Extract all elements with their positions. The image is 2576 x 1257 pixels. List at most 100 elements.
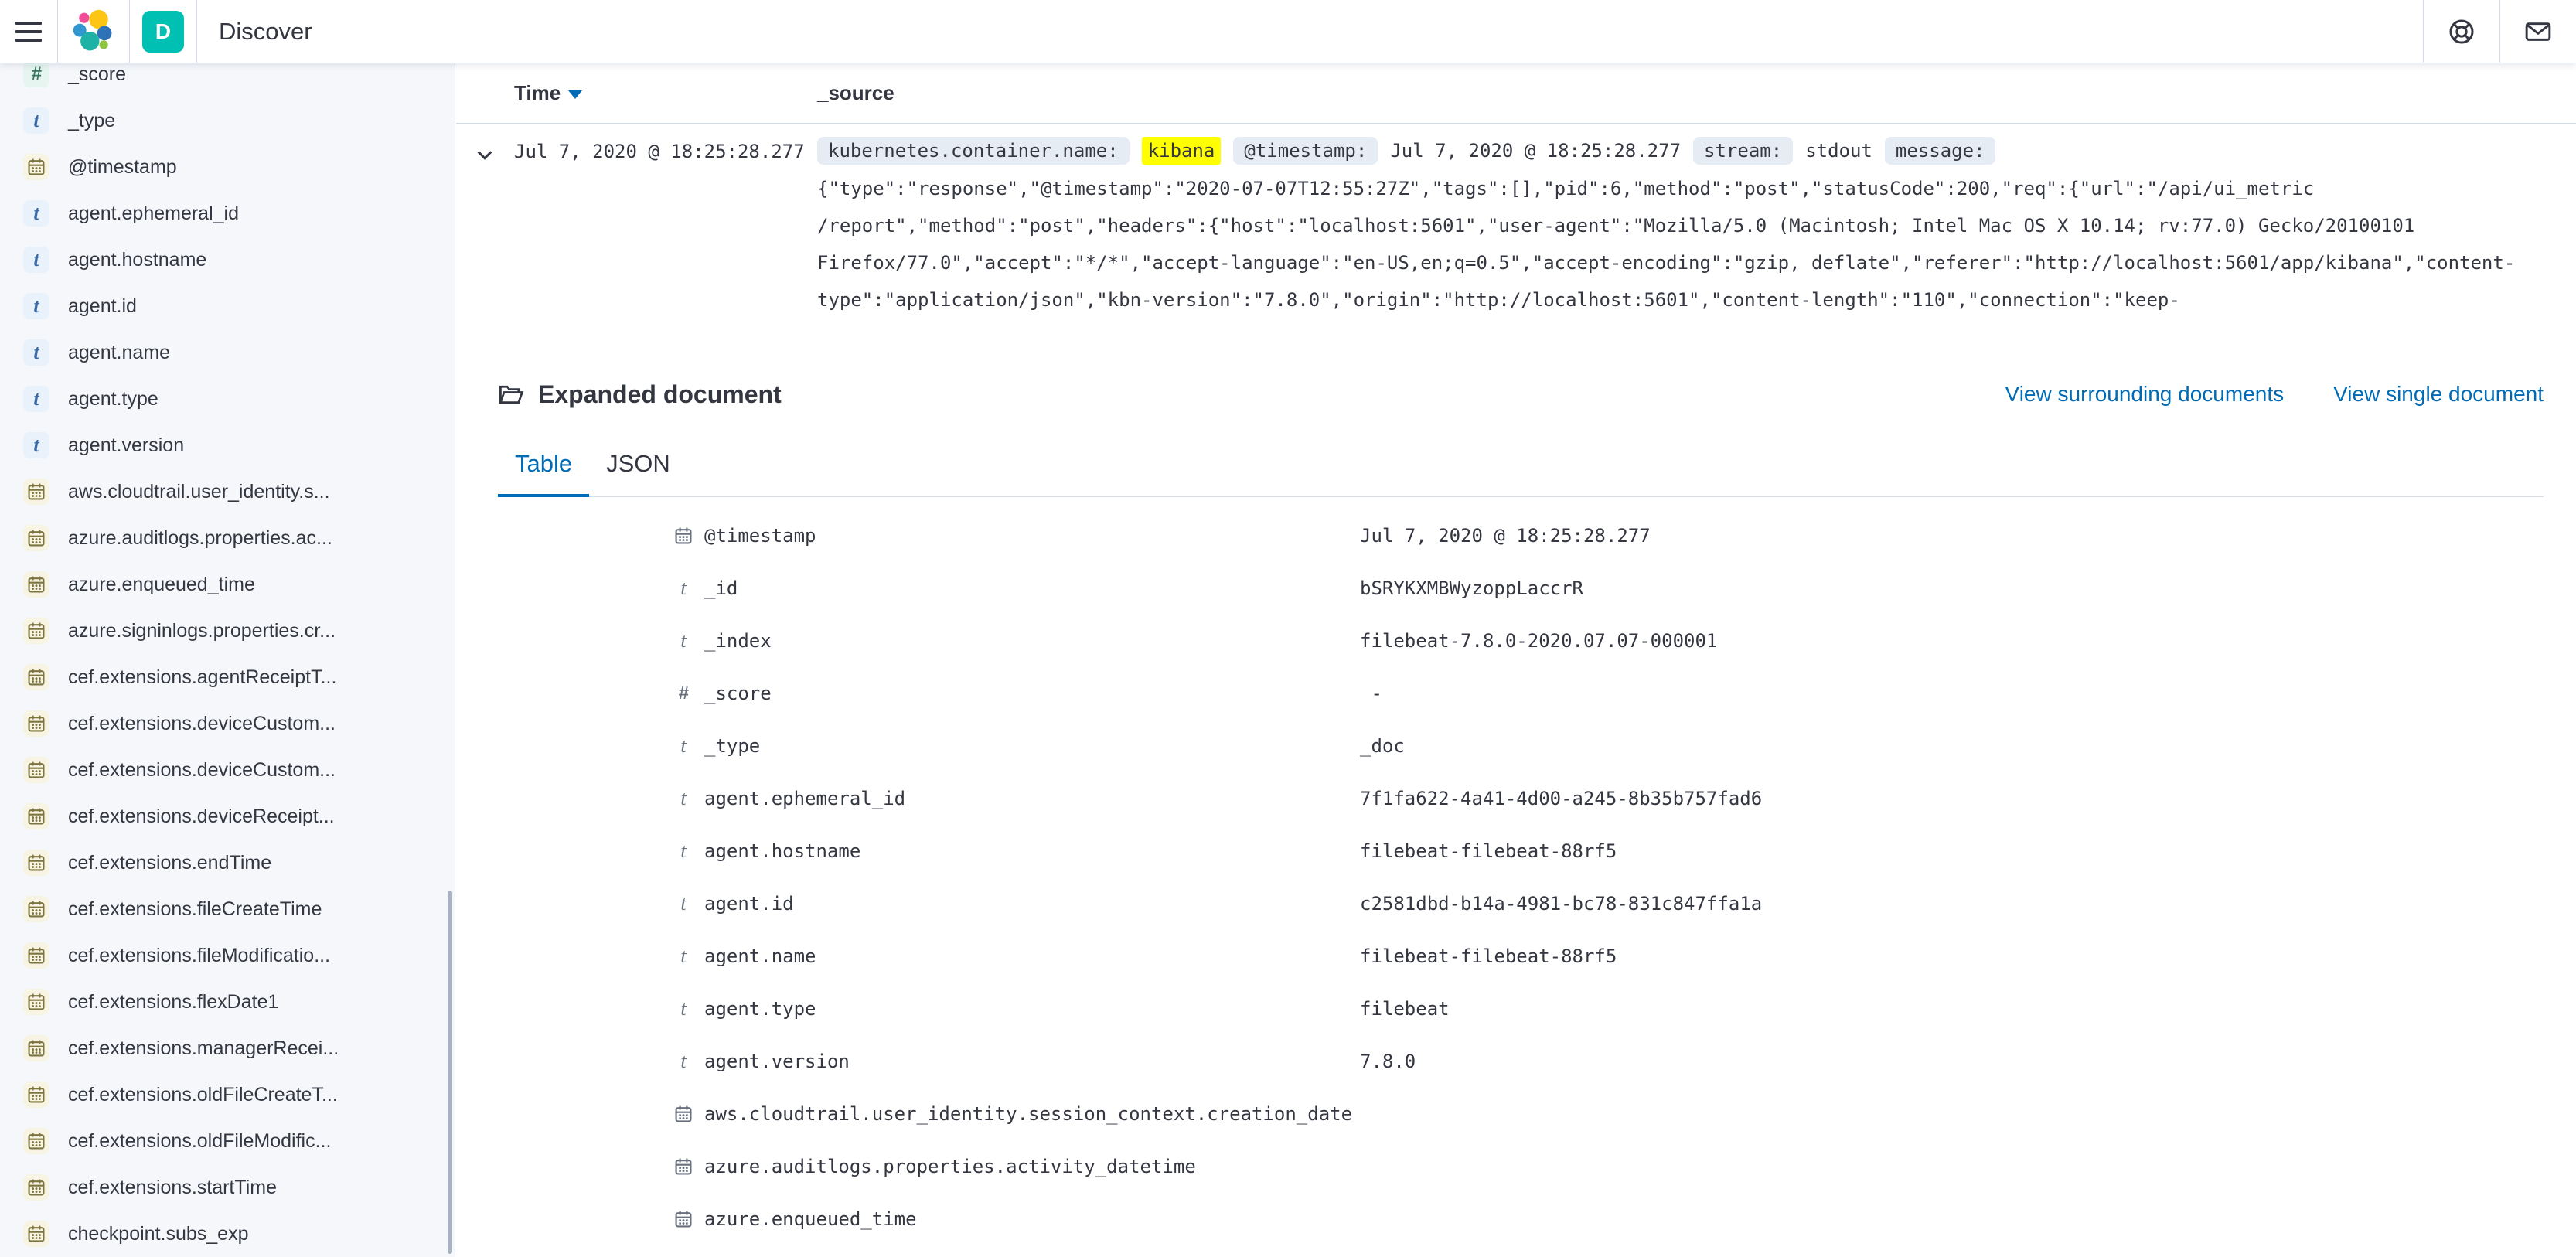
field-label: cef.extensions.endTime	[68, 852, 271, 874]
field-name: aws.cloudtrail.user_identity.session_con…	[704, 1103, 1360, 1125]
sidebar-field-item[interactable]: cef.extensions.fileModificatio...	[0, 932, 455, 979]
field-value: filebeat-7.8.0-2020.07.07-000001	[1360, 630, 2544, 652]
field-value: 7f1fa622-4a41-4d00-a245-8b35b757fad6	[1360, 788, 2544, 809]
field-label: cef.extensions.startTime	[68, 1177, 277, 1199]
discover-main: Time _source Jul 7, 2020 @ 18:25:28.277 …	[456, 63, 2576, 1257]
sidebar-field-item[interactable]: t_type	[0, 97, 455, 144]
source-field-badge: @timestamp:	[1233, 137, 1378, 165]
sidebar-field-item[interactable]: cef.extensions.endTime	[0, 840, 455, 886]
discover-app-badge: D	[142, 11, 184, 53]
sidebar-field-item[interactable]: cef.extensions.deviceReceipt...	[0, 793, 455, 840]
sort-desc-arrow-icon	[568, 90, 582, 99]
string-token-icon: t	[23, 339, 49, 366]
field-value: _doc	[1360, 735, 2544, 757]
expanded-document-tabs: Table JSON	[498, 439, 2544, 497]
calendar-icon	[23, 618, 49, 644]
field-value: filebeat-filebeat-88rf5	[1360, 945, 2544, 967]
sidebar-field-item[interactable]: checkpoint.subs_exp	[0, 1211, 455, 1257]
tab-json[interactable]: JSON	[589, 439, 687, 496]
sidebar-field-item[interactable]: cef.extensions.flexDate1	[0, 979, 455, 1025]
string-token-icon: t	[672, 840, 695, 863]
source-cell: kubernetes.container.name:kibana@timesta…	[817, 131, 2522, 319]
field-label: agent.hostname	[68, 249, 206, 271]
field-name: agent.type	[704, 998, 1360, 1020]
sidebar-field-item[interactable]: tagent.version	[0, 422, 455, 468]
field-label: cef.extensions.fileModificatio...	[68, 945, 330, 967]
calendar-icon	[23, 664, 49, 690]
sidebar-field-item[interactable]: cef.extensions.managerRecei...	[0, 1025, 455, 1071]
calendar-icon	[23, 1174, 49, 1201]
field-name: _index	[704, 630, 1360, 652]
sidebar-field-item[interactable]: aws.cloudtrail.user_identity.s...	[0, 468, 455, 515]
tab-table[interactable]: Table	[498, 439, 589, 496]
field-name: agent.id	[704, 893, 1360, 915]
field-label: azure.enqueued_time	[68, 574, 255, 596]
field-label: aws.cloudtrail.user_identity.s...	[68, 481, 330, 503]
string-token-icon: t	[23, 386, 49, 412]
time-column-label: Time	[514, 81, 561, 105]
source-field-badge: stream:	[1693, 137, 1793, 165]
sidebar-field-item[interactable]: cef.extensions.oldFileModific...	[0, 1118, 455, 1164]
sidebar-field-item[interactable]: cef.extensions.fileCreateTime	[0, 886, 455, 932]
view-single-document-link[interactable]: View single document	[2333, 382, 2544, 407]
sidebar-field-item[interactable]: tagent.ephemeral_id	[0, 190, 455, 237]
calendar-icon	[23, 154, 49, 180]
sidebar-scrollbar[interactable]	[448, 891, 452, 1254]
doc-table-row: t _indexfilebeat-7.8.0-2020.07.07-000001	[498, 615, 2544, 667]
field-value: filebeat-filebeat-88rf5	[1360, 840, 2544, 862]
sidebar-field-item[interactable]: cef.extensions.agentReceiptT...	[0, 654, 455, 700]
sidebar-field-item[interactable]: tagent.id	[0, 283, 455, 329]
sidebar-field-item[interactable]: azure.signinlogs.properties.cr...	[0, 608, 455, 654]
chevron-down-icon	[473, 143, 496, 166]
source-field-badge: kubernetes.container.name:	[817, 137, 1130, 165]
elastic-logo[interactable]	[58, 0, 129, 63]
doc-table-row: tagent.namefilebeat-filebeat-88rf5	[498, 930, 2544, 983]
field-name: _id	[704, 577, 1360, 599]
field-label: @timestamp	[68, 156, 177, 179]
field-label: agent.id	[68, 295, 137, 318]
calendar-icon	[23, 525, 49, 551]
page-title: Discover	[219, 18, 312, 46]
help-button[interactable]	[2424, 0, 2499, 63]
results-table-header: Time _source	[456, 63, 2576, 124]
sidebar-field-item[interactable]: tagent.type	[0, 376, 455, 422]
field-name: agent.ephemeral_id	[704, 788, 1360, 809]
sidebar-field-item[interactable]: cef.extensions.deviceCustom...	[0, 700, 455, 747]
field-name: _type	[704, 735, 1360, 757]
sidebar-field-item[interactable]: cef.extensions.deviceCustom...	[0, 747, 455, 793]
field-name: agent.name	[704, 945, 1360, 967]
calendar-icon	[23, 1221, 49, 1247]
calendar-icon	[672, 1104, 695, 1124]
time-column-header[interactable]: Time	[514, 81, 817, 105]
sidebar-field-item[interactable]: @timestamp	[0, 144, 455, 190]
view-surrounding-documents-link[interactable]: View surrounding documents	[2005, 382, 2285, 407]
source-message-lines: {"type":"response","@timestamp":"2020-07…	[817, 170, 2522, 319]
sidebar-field-item[interactable]: azure.enqueued_time	[0, 561, 455, 608]
calendar-icon	[23, 479, 49, 505]
source-column-header: _source	[817, 81, 894, 105]
field-label: _type	[68, 110, 115, 132]
sidebar-field-item[interactable]: cef.extensions.oldFileCreateT...	[0, 1071, 455, 1118]
sidebar-field-item[interactable]: #_score	[0, 63, 455, 97]
header-divider	[129, 0, 130, 63]
calendar-icon	[23, 989, 49, 1015]
number-token-icon: #	[672, 683, 695, 704]
field-label: cef.extensions.managerRecei...	[68, 1037, 339, 1060]
message-line: /report","method":"post","headers":{"hos…	[817, 207, 2522, 244]
string-token-icon: t	[672, 734, 695, 758]
string-token-icon: t	[672, 629, 695, 652]
field-name: _score	[704, 683, 1360, 704]
document-row: Jul 7, 2020 @ 18:25:28.277 kubernetes.co…	[456, 124, 2576, 373]
sidebar-field-item[interactable]: tagent.name	[0, 329, 455, 376]
collapse-row-button[interactable]	[472, 142, 498, 169]
string-token-icon: t	[672, 787, 695, 810]
menu-button[interactable]	[0, 0, 57, 63]
sidebar-field-item[interactable]: tagent.hostname	[0, 237, 455, 283]
sidebar-field-item[interactable]: cef.extensions.startTime	[0, 1164, 455, 1211]
document-field-table: @timestampJul 7, 2020 @ 18:25:28.277t_id…	[498, 509, 2544, 1245]
newsfeed-button[interactable]	[2500, 0, 2576, 63]
sidebar-field-item[interactable]: azure.auditlogs.properties.ac...	[0, 515, 455, 561]
calendar-icon	[672, 1157, 695, 1177]
string-token-icon: t	[672, 997, 695, 1020]
calendar-icon	[23, 571, 49, 598]
